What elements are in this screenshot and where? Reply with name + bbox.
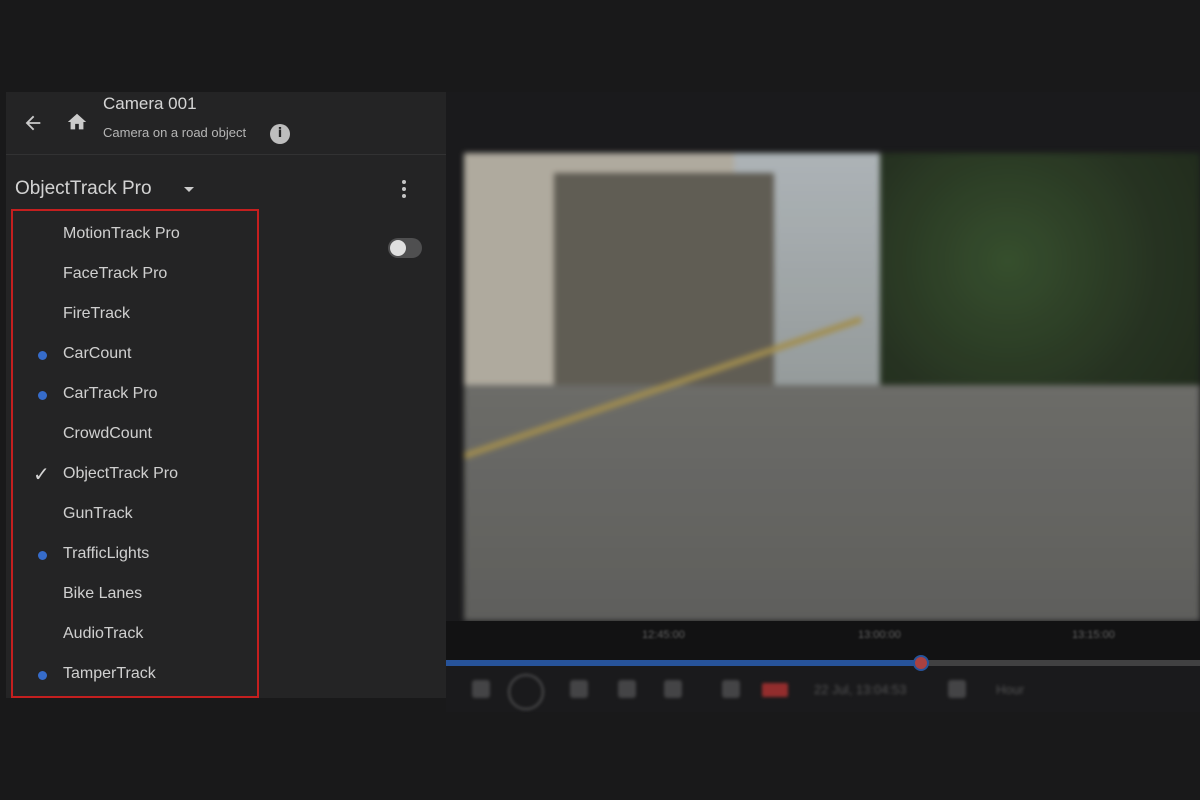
- menu-item[interactable]: FaceTrack Pro: [13, 255, 257, 295]
- menu-item[interactable]: TamperTrack: [13, 655, 257, 695]
- camera-title: Camera 001: [103, 94, 197, 113]
- replay-icon[interactable]: [664, 680, 682, 698]
- camera-subtitle: Camera on a road object: [103, 125, 247, 140]
- menu-item[interactable]: ✓ ObjectTrack Pro: [13, 455, 257, 495]
- progress-bar[interactable]: [446, 655, 1200, 671]
- timeline-tick: 13:15:00: [1072, 629, 1115, 641]
- status-dot-icon: [38, 391, 47, 400]
- timeline-tick: 12:45:00: [642, 629, 685, 641]
- camera-header: Camera 001 Camera on a road object i: [6, 92, 446, 155]
- menu-item-label: ObjectTrack Pro: [63, 465, 178, 482]
- menu-item-label: Bike Lanes: [63, 585, 143, 602]
- menu-item-label: TrafficLights: [63, 545, 150, 562]
- status-dot-icon: [38, 671, 47, 680]
- menu-item[interactable]: AudioTrack: [13, 615, 257, 655]
- skip-back-icon[interactable]: [472, 680, 490, 698]
- volume-icon[interactable]: [722, 680, 740, 698]
- menu-item[interactable]: GunTrack: [13, 495, 257, 535]
- menu-item-label: CarCount: [63, 345, 132, 362]
- progress-handle[interactable]: [913, 655, 930, 671]
- menu-item[interactable]: Bike Lanes: [13, 575, 257, 615]
- next-frame-icon[interactable]: [618, 680, 636, 698]
- menu-item[interactable]: CarCount: [13, 335, 257, 375]
- chevron-down-icon[interactable]: [184, 187, 194, 192]
- toggle-knob: [390, 240, 406, 256]
- checkmark-icon: ✓: [33, 462, 50, 486]
- progress-fill: [446, 660, 922, 666]
- tracker-menu: MotionTrack Pro FaceTrack Pro FireTrack Car…: [11, 209, 259, 698]
- menu-item-label: MotionTrack Pro: [63, 225, 180, 242]
- tracker-dropdown[interactable]: ObjectTrack Pro: [15, 178, 152, 200]
- menu-item[interactable]: TrafficLights: [13, 535, 257, 575]
- zoom-select[interactable]: Hour: [996, 682, 1024, 697]
- more-options-icon[interactable]: [394, 178, 414, 202]
- menu-item-label: AudioTrack: [63, 625, 144, 642]
- record-icon[interactable]: [762, 683, 788, 697]
- menu-item[interactable]: MotionTrack Pro: [13, 215, 257, 255]
- info-icon[interactable]: i: [270, 124, 290, 144]
- menu-item[interactable]: FireTrack: [13, 295, 257, 335]
- calendar-icon[interactable]: [948, 680, 966, 698]
- status-dot-icon: [38, 551, 47, 560]
- menu-item[interactable]: CrowdCount: [13, 415, 257, 455]
- pause-button[interactable]: [508, 674, 544, 710]
- status-dot-icon: [38, 351, 47, 360]
- menu-item-label: TamperTrack: [63, 665, 156, 682]
- timeline-tick: 13:00:00: [858, 629, 901, 641]
- timestamp: 22 Jul, 13:04:53: [814, 682, 907, 697]
- menu-item[interactable]: CarTrack Pro: [13, 375, 257, 415]
- timeline[interactable]: 12:45:00 13:00:00 13:15:00: [446, 621, 1200, 661]
- player-controls: 22 Jul, 13:04:53 Hour: [446, 672, 1200, 712]
- menu-item-label: FireTrack: [63, 305, 130, 322]
- menu-item-label: CrowdCount: [63, 425, 152, 442]
- menu-item-label: FaceTrack Pro: [63, 265, 168, 282]
- arrow-left-icon[interactable]: [22, 112, 44, 134]
- video-player: 12:45:00 13:00:00 13:15:00 22 Jul, 13:04…: [446, 92, 1200, 712]
- menu-item-label: GunTrack: [63, 505, 133, 522]
- home-icon[interactable]: [66, 111, 88, 133]
- tracker-toggle[interactable]: [388, 238, 422, 258]
- prev-frame-icon[interactable]: [570, 680, 588, 698]
- video-frame[interactable]: [464, 153, 1200, 621]
- menu-item-label: CarTrack Pro: [63, 385, 158, 402]
- sidebar-panel: Camera 001 Camera on a road object i Obj…: [6, 92, 446, 698]
